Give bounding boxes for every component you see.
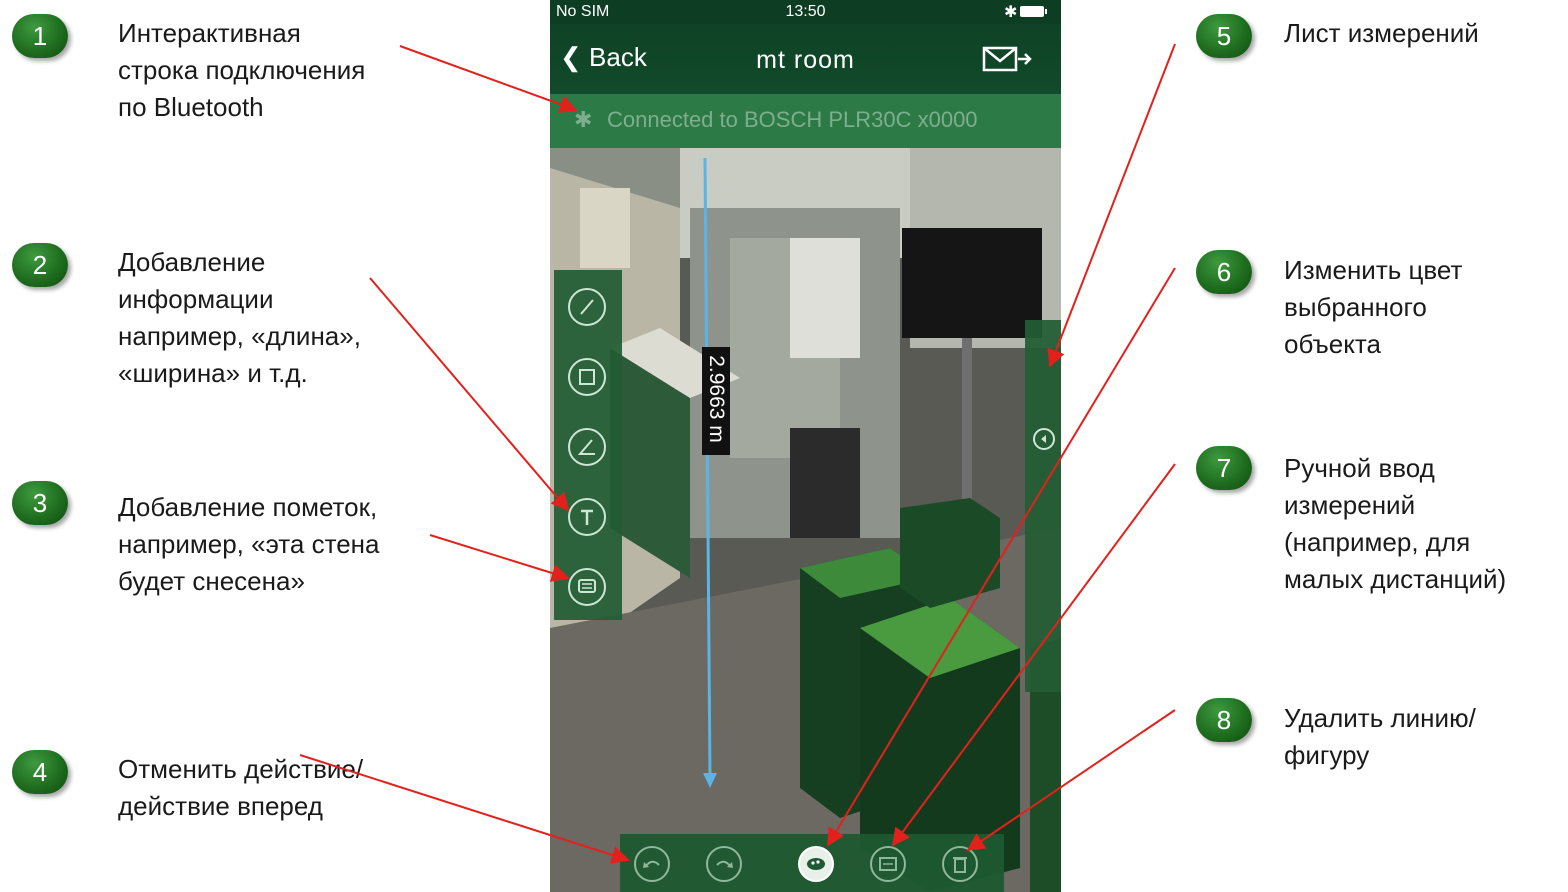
arrow-4 [299, 754, 630, 864]
arrow-6 [827, 267, 1176, 847]
pointer-arrows [299, 43, 1176, 864]
arrow-8 [966, 709, 1176, 852]
arrow-3 [429, 534, 570, 582]
arrow-5 [1047, 43, 1176, 368]
arrow-1 [399, 45, 578, 113]
arrow-2 [369, 277, 570, 512]
arrow-7 [891, 463, 1176, 847]
